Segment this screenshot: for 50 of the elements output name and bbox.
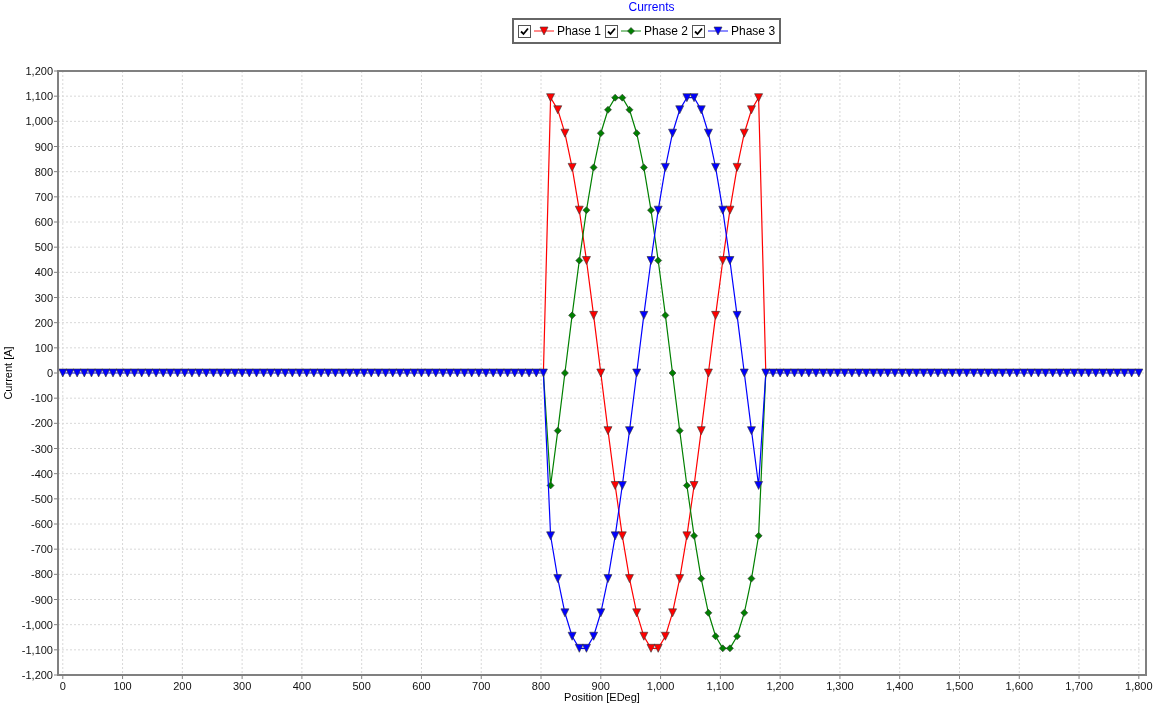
legend-label: Phase 3 — [731, 24, 776, 38]
y-tick-label: 0 — [46, 367, 53, 379]
y-tick-label: 400 — [34, 266, 53, 279]
x-tick-label: 0 — [59, 680, 66, 692]
y-tick-label: -800 — [30, 568, 53, 581]
x-tick-label: 600 — [412, 680, 431, 692]
y-tick-label: 100 — [34, 341, 53, 354]
x-tick-label: 200 — [173, 680, 192, 692]
y-tick-label: 1,100 — [25, 90, 53, 103]
y-tick-label: -700 — [30, 543, 53, 556]
y-tick-label: -1,200 — [21, 669, 53, 681]
y-tick-label: -500 — [30, 492, 53, 505]
x-tick-label: 1,800 — [1125, 680, 1153, 692]
x-tick-label: 1,300 — [826, 680, 854, 692]
y-tick-label: 300 — [34, 291, 53, 304]
y-axis-title: Current [A] — [2, 346, 14, 400]
y-tick-label: -1,000 — [21, 618, 53, 631]
x-tick-label: 1,500 — [945, 680, 974, 692]
x-tick-label: 800 — [531, 680, 551, 692]
y-tick-label: -100 — [30, 392, 53, 405]
x-tick-label: 1,000 — [646, 680, 675, 692]
y-tick-label: 500 — [34, 241, 53, 254]
x-tick-label: 900 — [591, 680, 610, 692]
y-tick-label: 800 — [34, 165, 53, 178]
x-tick-label: 300 — [232, 680, 252, 692]
y-tick-label: 600 — [34, 216, 53, 228]
x-tick-label: 1,200 — [766, 680, 794, 692]
y-tick-label: 900 — [34, 140, 53, 153]
y-tick-label: -200 — [30, 417, 53, 430]
x-tick-label: 1,400 — [885, 680, 914, 692]
x-axis-title: Position [EDeg] — [564, 691, 640, 703]
x-tick-label: 1,100 — [706, 680, 735, 692]
x-tick-label: 500 — [352, 680, 371, 692]
x-tick-label: 1,700 — [1065, 680, 1093, 692]
chart-title: Currents — [627, 0, 676, 15]
y-tick-label: -400 — [30, 467, 53, 480]
y-tick-label: -900 — [30, 593, 53, 606]
y-tick-label: -300 — [30, 442, 53, 455]
x-tick-label: 1,600 — [1005, 680, 1034, 692]
x-tick-label: 400 — [292, 680, 312, 692]
y-tick-label: 1,200 — [25, 65, 53, 77]
y-tick-label: -1,100 — [21, 643, 53, 656]
y-tick-label: -600 — [30, 518, 53, 530]
y-tick-label: 1,000 — [25, 115, 53, 128]
y-tick-label: 700 — [34, 190, 53, 203]
y-tick-label: 200 — [34, 316, 53, 329]
x-tick-label: 100 — [113, 680, 132, 692]
x-tick-label: 700 — [472, 680, 491, 692]
legend-label: Phase 2 — [643, 24, 688, 38]
legend-label: Phase 1 — [556, 24, 601, 38]
